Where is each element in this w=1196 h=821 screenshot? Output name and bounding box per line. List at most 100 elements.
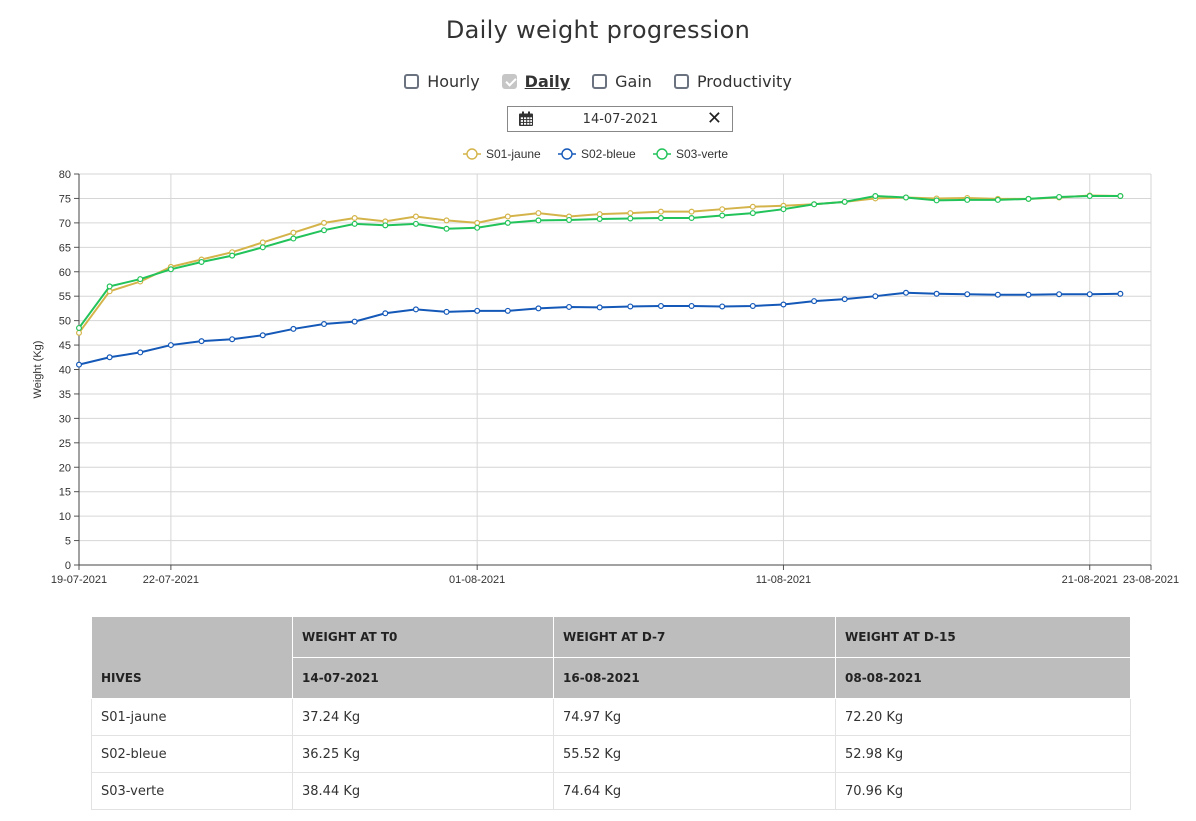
cell-weight-t0: 37.24 Kg xyxy=(292,698,554,736)
cell-hive: S02-bleue xyxy=(91,735,293,773)
data-point-S03-verte xyxy=(657,214,664,221)
data-point-S03-verte xyxy=(535,217,542,224)
data-point-S03-verte xyxy=(382,222,389,229)
y-tick-label: 55 xyxy=(59,291,71,303)
y-tick-label: 5 xyxy=(65,536,71,548)
y-tick-label: 0 xyxy=(65,560,71,572)
data-point-S02-bleue xyxy=(474,307,481,314)
y-tick-label: 20 xyxy=(59,462,71,474)
data-point-S02-bleue xyxy=(627,303,634,310)
y-tick-label: 30 xyxy=(59,413,71,425)
data-point-S03-verte xyxy=(198,258,205,265)
data-point-S02-bleue xyxy=(780,301,787,308)
data-point-S03-verte xyxy=(1117,192,1124,199)
x-tick-label: 22-07-2021 xyxy=(143,574,199,586)
data-point-S02-bleue xyxy=(1025,291,1032,298)
y-tick-label: 10 xyxy=(59,511,71,523)
data-point-S01-jaune xyxy=(504,213,511,220)
cell-weight-d15: 70.96 Kg xyxy=(835,772,1131,810)
granularity-filters: Hourly Daily Gain Productivity xyxy=(0,72,1196,91)
data-point-S03-verte xyxy=(749,210,756,217)
data-point-S02-bleue xyxy=(1117,290,1124,297)
data-point-S01-jaune xyxy=(535,210,542,217)
filter-daily[interactable]: Daily xyxy=(501,72,571,91)
x-tick-label: 19-07-2021 xyxy=(51,574,107,586)
close-icon[interactable]: ✕ xyxy=(707,110,722,128)
checkbox-daily[interactable] xyxy=(501,74,517,89)
data-point-S01-jaune xyxy=(688,208,695,215)
y-tick-label: 45 xyxy=(59,340,71,352)
data-point-S03-verte xyxy=(872,192,879,199)
y-tick-label: 25 xyxy=(59,438,71,450)
filter-gain-label: Gain xyxy=(615,72,652,91)
data-point-S01-jaune xyxy=(627,210,634,217)
page-title: Daily weight progression xyxy=(445,16,751,44)
header-date-t0: 14-07-2021 xyxy=(292,657,554,699)
data-point-S03-verte xyxy=(841,198,848,205)
data-point-S03-verte xyxy=(321,227,328,234)
y-tick-label: 50 xyxy=(59,316,71,328)
cell-weight-d7: 74.64 Kg xyxy=(553,772,836,810)
checkbox-hourly[interactable] xyxy=(404,74,420,89)
data-point-S02-bleue xyxy=(412,306,419,313)
data-point-S02-bleue xyxy=(198,338,205,345)
checkbox-productivity[interactable] xyxy=(673,74,689,89)
data-point-S02-bleue xyxy=(229,336,236,343)
data-point-S02-bleue xyxy=(688,302,695,309)
data-point-S03-verte xyxy=(566,216,573,223)
data-point-S01-jaune xyxy=(657,208,664,215)
cell-weight-d7: 55.52 Kg xyxy=(553,735,836,773)
data-point-S01-jaune xyxy=(290,229,297,236)
weight-line-chart: 0 5 10 15 20 25 30 35 40 45 50 55 60 65 70 75 80 19-07-20… xyxy=(32,147,1179,586)
data-point-S03-verte xyxy=(688,214,695,221)
data-point-S02-bleue xyxy=(566,303,573,310)
y-axis-label: Weight (Kg) xyxy=(32,341,44,399)
data-point-S02-bleue xyxy=(1086,291,1093,298)
date-input[interactable] xyxy=(558,110,683,128)
data-point-S03-verte xyxy=(106,283,113,290)
data-point-S02-bleue xyxy=(167,342,174,349)
filter-hourly-label: Hourly xyxy=(427,72,480,91)
y-tick-label: 75 xyxy=(59,193,71,205)
table-row: S02-bleue 36.25 Kg 55.52 Kg 52.98 Kg xyxy=(91,735,1131,773)
data-point-S02-bleue xyxy=(382,310,389,317)
data-point-S02-bleue xyxy=(504,307,511,314)
date-picker[interactable]: ✕ xyxy=(507,106,733,132)
filter-daily-label: Daily xyxy=(524,72,571,91)
data-point-S02-bleue xyxy=(933,290,940,297)
data-point-S03-verte xyxy=(259,244,266,251)
calendar-icon[interactable] xyxy=(518,111,534,127)
data-point-S02-bleue xyxy=(75,361,82,368)
data-point-S02-bleue xyxy=(259,332,266,339)
data-point-S02-bleue xyxy=(902,289,909,296)
data-point-S03-verte xyxy=(290,235,297,242)
data-point-S02-bleue xyxy=(596,304,603,311)
data-point-S03-verte xyxy=(351,220,358,227)
filter-productivity[interactable]: Productivity xyxy=(673,72,792,91)
data-point-S02-bleue xyxy=(351,318,358,325)
cell-weight-t0: 38.44 Kg xyxy=(292,772,554,810)
data-point-S02-bleue xyxy=(1056,291,1063,298)
legend-label-S03-verte: S03-verte xyxy=(676,147,728,161)
data-point-S02-bleue xyxy=(749,302,756,309)
data-point-S01-jaune xyxy=(321,219,328,226)
filter-hourly[interactable]: Hourly xyxy=(404,72,480,91)
filter-productivity-label: Productivity xyxy=(696,72,792,91)
legend-marker-S02-bleue xyxy=(561,148,573,160)
data-point-S03-verte xyxy=(811,201,818,208)
filter-gain[interactable]: Gain xyxy=(592,72,652,91)
y-tick-label: 80 xyxy=(59,169,71,181)
data-point-S03-verte xyxy=(504,219,511,226)
cell-weight-d15: 52.98 Kg xyxy=(835,735,1131,773)
data-point-S03-verte xyxy=(474,224,481,231)
cell-weight-d15: 72.20 Kg xyxy=(835,698,1131,736)
cell-hive: S03-verte xyxy=(91,772,293,810)
legend-marker-S01-jaune xyxy=(466,148,478,160)
y-tick-label: 35 xyxy=(59,389,71,401)
data-point-S02-bleue xyxy=(811,298,818,305)
header-hives: HIVES xyxy=(91,616,293,699)
data-point-S02-bleue xyxy=(657,302,664,309)
data-point-S02-bleue xyxy=(443,308,450,315)
header-weight-d15: WEIGHT AT D-15 xyxy=(835,616,1131,658)
checkbox-gain[interactable] xyxy=(592,74,608,89)
